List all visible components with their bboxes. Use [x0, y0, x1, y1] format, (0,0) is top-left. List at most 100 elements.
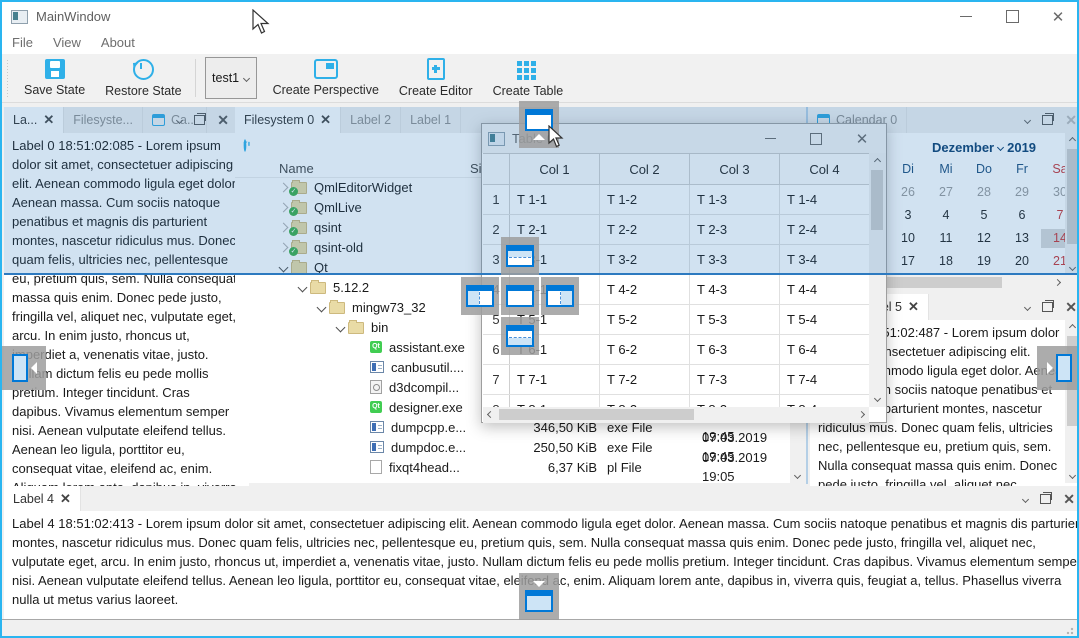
tree-row-fixqt4head[interactable]: fixqt4head...6,37 KiBpl File07.03.2019 1…	[235, 457, 788, 477]
perspective-icon	[314, 59, 338, 79]
file-name: bin	[371, 318, 388, 337]
create-table-button[interactable]: Create Table	[483, 55, 574, 101]
row-header[interactable]: 7	[483, 365, 510, 394]
save-state-button[interactable]: Save State	[14, 56, 95, 101]
file-name: fixqt4head...	[389, 458, 460, 477]
table-cell[interactable]: T 5-3	[690, 305, 780, 334]
restore-icon	[133, 59, 154, 80]
dock-left-indicator[interactable]	[2, 346, 46, 390]
table-cell[interactable]: T 7-4	[780, 365, 869, 394]
table-cell[interactable]: T 6-3	[690, 335, 780, 364]
dock-bottom-icon	[525, 590, 553, 612]
restore-state-button[interactable]: Restore State	[95, 56, 191, 101]
split-top-indicator[interactable]	[501, 237, 539, 275]
file-date: 07.03.2019 19:05	[702, 448, 788, 483]
table-row[interactable]: 7T 7-1T 7-2T 7-3T 7-4	[483, 365, 869, 395]
expander-expanded-icon[interactable]	[317, 302, 327, 312]
toolbar-drag-handle[interactable]	[5, 59, 10, 97]
mouse-cursor	[252, 9, 272, 37]
table-cell[interactable]: T 7-2	[600, 365, 690, 394]
toolbar-separator	[195, 59, 196, 97]
dock-right-indicator[interactable]	[1037, 346, 1079, 390]
main-window: MainWindow ✕ FileViewAbout Save State Res…	[0, 0, 1079, 638]
toolbar-button-label: Restore State	[105, 84, 181, 98]
panel-menu-button[interactable]	[1025, 305, 1030, 310]
maximize-button[interactable]	[992, 2, 1032, 31]
split-right-indicator[interactable]	[541, 277, 579, 315]
file-name: dumpcpp.e...	[391, 418, 466, 437]
table-cell[interactable]: T 6-2	[600, 335, 690, 364]
expander-expanded-icon[interactable]	[298, 282, 308, 292]
table-cell[interactable]: T 7-3	[690, 365, 780, 394]
table-icon	[517, 59, 538, 80]
panel-float-button[interactable]	[1040, 494, 1051, 504]
split-left-indicator[interactable]	[461, 277, 499, 315]
menu-about[interactable]: About	[91, 35, 145, 50]
menu-file[interactable]: File	[2, 35, 43, 50]
scroll-down-icon	[1069, 472, 1076, 479]
app-icon	[370, 441, 384, 453]
table-cell[interactable]: T 6-4	[780, 335, 869, 364]
expander-expanded-icon[interactable]	[336, 322, 346, 332]
create-editor-button[interactable]: Create Editor	[389, 55, 483, 101]
qt-exe-icon: Qt	[370, 341, 382, 353]
title-bar[interactable]: MainWindow	[2, 2, 1077, 31]
panel-close-button[interactable]: ✕	[1065, 299, 1077, 316]
folder-icon	[310, 282, 326, 294]
table-cell[interactable]: T 4-4	[780, 275, 869, 304]
dock-bottom-indicator[interactable]	[519, 573, 559, 620]
table-row[interactable]: 6T 6-1T 6-2T 6-3T 6-4	[483, 335, 869, 365]
table-cell[interactable]: T 4-3	[690, 275, 780, 304]
table-cell[interactable]: T 4-2	[600, 275, 690, 304]
create-perspective-button[interactable]: Create Perspective	[263, 55, 389, 101]
table-cell[interactable]: T 5-4	[780, 305, 869, 334]
minimize-button[interactable]	[946, 2, 986, 31]
chevron-down-icon	[243, 74, 250, 81]
table-cell[interactable]: T 7-1	[510, 365, 600, 394]
split-right-icon	[546, 285, 574, 307]
file-size: 250,50 KiB	[497, 438, 597, 457]
file-name: designer.exe	[389, 398, 463, 417]
table-hscrollbar[interactable]	[483, 407, 869, 423]
scroll-up-icon	[1069, 324, 1076, 331]
editor-icon	[427, 58, 445, 80]
app-icon	[370, 361, 384, 373]
arrow-right-icon	[1047, 362, 1053, 374]
table-cell[interactable]: T 5-2	[600, 305, 690, 334]
split-bottom-icon	[506, 325, 534, 347]
arrow-up-icon	[533, 134, 545, 140]
dock-left-icon	[12, 354, 28, 382]
file-name: 5.12.2	[333, 278, 369, 297]
resize-grip[interactable]	[1064, 625, 1074, 635]
file-name: canbusutil....	[391, 358, 464, 377]
scroll-right-icon	[858, 411, 865, 418]
scroll-right-icon	[1054, 279, 1061, 286]
folder-icon	[329, 302, 345, 314]
panel-float-button[interactable]	[1042, 302, 1053, 312]
window-title: MainWindow	[36, 9, 110, 24]
label5-vscrollbar[interactable]	[1065, 320, 1079, 483]
toolbar-button-label: Create Editor	[399, 84, 473, 98]
file-size: 6,37 KiB	[497, 458, 597, 477]
drag-cursor	[548, 125, 566, 150]
file-name: assistant.exe	[389, 338, 465, 357]
split-left-icon	[466, 285, 494, 307]
toolbar-button-label: Save State	[24, 83, 85, 97]
toolbar: Save State Restore State test1 Create Per…	[2, 54, 1077, 103]
minimize-icon	[960, 16, 972, 17]
dock-center-indicator[interactable]	[501, 277, 539, 315]
split-bottom-indicator[interactable]	[501, 317, 539, 355]
menu-view[interactable]: View	[43, 35, 91, 50]
close-button[interactable]: ✕	[1038, 2, 1078, 31]
file-icon	[370, 460, 382, 474]
tab-label-4[interactable]: Label 4✕	[4, 486, 81, 512]
file-name: d3dcompil...	[389, 378, 459, 397]
chevron-down-icon	[1022, 495, 1029, 502]
scroll-left-icon	[487, 411, 494, 418]
tab-close-icon[interactable]: ✕	[908, 299, 919, 315]
menu-bar: FileViewAbout	[2, 31, 1077, 54]
panel-close-button[interactable]: ✕	[1063, 491, 1075, 508]
panel-menu-button[interactable]	[1023, 497, 1028, 502]
tab-close-icon[interactable]: ✕	[60, 491, 71, 507]
perspective-combo[interactable]: test1	[205, 57, 257, 99]
